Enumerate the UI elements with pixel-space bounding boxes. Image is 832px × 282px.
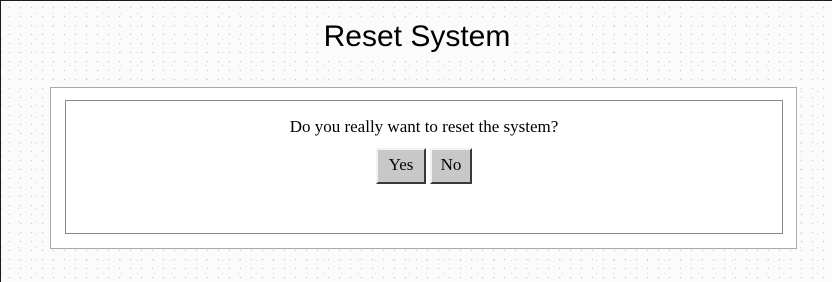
reset-system-page: Reset System Do you really want to reset…	[0, 0, 832, 282]
page-title-container: Reset System	[1, 17, 832, 57]
no-button[interactable]: No	[430, 148, 472, 184]
yes-button[interactable]: Yes	[376, 148, 426, 184]
reset-confirmation-panel: Do you really want to reset the system? …	[50, 87, 797, 249]
page-title: Reset System	[321, 20, 513, 53]
confirmation-question: Do you really want to reset the system?	[289, 117, 559, 136]
reset-confirmation-box: Do you really want to reset the system? …	[65, 100, 783, 234]
confirmation-buttons: Yes No	[66, 148, 782, 184]
